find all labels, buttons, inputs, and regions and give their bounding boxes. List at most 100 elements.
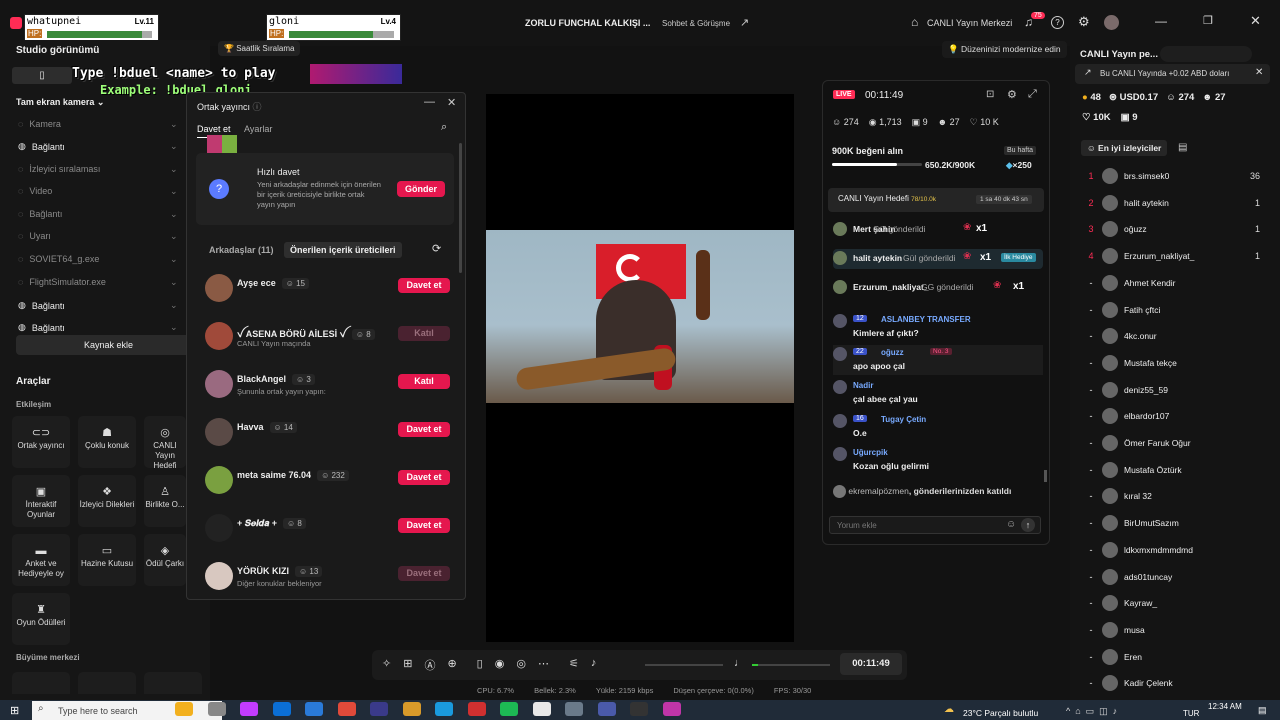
tool-6[interactable]: ▬ Anket ve Hediyeyle oy [12, 534, 70, 586]
growth-tool-2[interactable] [78, 672, 136, 694]
screen-add-icon[interactable]: ⊕ [447, 657, 456, 673]
top-viewers-tab[interactable]: ☺ En iyi izleyiciler [1081, 140, 1168, 156]
chevron-down-icon[interactable]: ⌄ [170, 186, 178, 197]
chat-user[interactable]: Nadir [853, 381, 873, 390]
emoji-icon[interactable]: ☺ [1006, 519, 1016, 530]
volume-slider[interactable] [645, 664, 723, 666]
tab-settings[interactable]: Ayarlar [244, 124, 272, 134]
ai-icon[interactable]: Ⓐ [424, 657, 435, 673]
taskbar-app-icon[interactable] [597, 702, 616, 716]
dialog-scrollbar[interactable] [459, 143, 462, 273]
promo-close-icon[interactable]: ✕ [1255, 67, 1263, 78]
tool-8[interactable]: ◈ Ödül Çarkı [144, 534, 186, 586]
ranking-row[interactable]: - deniz55_59 [1080, 380, 1270, 400]
list-icon[interactable]: ▤ [1178, 142, 1187, 153]
studio-view[interactable]: Studio görünümü [16, 45, 99, 56]
avatar[interactable] [205, 322, 233, 350]
source-item[interactable]: ◍ Bağlantı ⌄ [18, 141, 178, 152]
home-icon[interactable]: ⌂ [911, 15, 918, 29]
gift-user[interactable]: Erzurum_nakliyat_ [853, 282, 929, 292]
source-item[interactable]: ◍ Bağlantı ⌄ [18, 300, 178, 311]
gear-icon[interactable]: ⚙ [1007, 88, 1017, 101]
taskbar-search[interactable]: ⌕ Type here to search [32, 701, 222, 720]
chevron-down-icon[interactable]: ⌄ [170, 164, 178, 175]
taskbar-app-icon[interactable] [370, 702, 388, 716]
tray-icons[interactable]: ^⌂▭◫♪ [1066, 706, 1122, 717]
refresh-icon[interactable]: ⟳ [432, 242, 441, 255]
source-item[interactable]: ◌ SOVIET64_g.exe ⌄ [18, 254, 178, 265]
ranking-row[interactable]: - Ahmet Kendir [1080, 273, 1270, 293]
taskbar-app-icon[interactable] [305, 702, 323, 716]
source-item[interactable]: ◌ Kamera ⌄ [18, 119, 178, 130]
taskbar-app-icon[interactable] [662, 702, 681, 716]
joined-user[interactable]: ekremalpözmen [848, 486, 908, 496]
tool-2[interactable]: ◎ CANLI Yayın Hedefi [144, 416, 186, 468]
ranking-row[interactable]: - Mustafa Öztürk [1080, 460, 1270, 480]
kaynak-ekle-button[interactable]: Kaynak ekle [16, 335, 201, 355]
language[interactable]: TUR [1183, 709, 1199, 718]
source-item[interactable]: ◌ Bağlantı ⌄ [18, 209, 178, 220]
dialog-minimize-icon[interactable]: — [424, 96, 435, 108]
chat-user[interactable]: oğuzz [881, 348, 904, 357]
chat-user[interactable]: ASLANBEY TRANSFER [881, 315, 971, 324]
dialog-close-icon[interactable]: ✕ [447, 96, 456, 109]
chevron-down-icon[interactable]: ⌄ [170, 277, 178, 288]
share-icon[interactable]: ↗ [740, 16, 749, 29]
taskbar-app-icon[interactable] [175, 702, 193, 716]
invite-button[interactable]: Davet et [398, 470, 450, 485]
ranking-row[interactable]: - Kayraw_ [1080, 593, 1270, 613]
stream-title[interactable]: ZORLU FUNCHAL KALKIŞI ... [525, 18, 650, 28]
modernize-banner[interactable]: 💡 Düzeninizi modernize edin [942, 41, 1067, 58]
help-icon[interactable]: ? [1051, 16, 1064, 29]
chat-user[interactable]: Uğurcpik [853, 448, 888, 457]
taskbar-app-icon[interactable] [565, 702, 583, 716]
growth-tool-1[interactable] [12, 672, 70, 694]
gift-user[interactable]: halit aytekin [853, 253, 902, 263]
tool-0[interactable]: ⊂⊃ Ortak yayıncı [12, 416, 70, 468]
tool-7[interactable]: ▭ Hazine Kutusu [78, 534, 136, 586]
source-item[interactable]: ◌ FlightSimulator.exe ⌄ [18, 277, 178, 288]
avatar[interactable] [205, 370, 233, 398]
clock[interactable]: 12:34 AM [1208, 702, 1242, 711]
ranking-row[interactable]: - 4kc.onur [1080, 326, 1270, 346]
source-item[interactable]: ◌ Video ⌄ [18, 186, 178, 197]
invite-button[interactable]: Davet et [398, 422, 450, 437]
ranking-row[interactable]: - kıral 32 [1080, 486, 1270, 506]
taskbar-app-icon[interactable] [435, 702, 453, 716]
live-center-link[interactable]: CANLI Yayın Merkezi [927, 18, 1012, 28]
source-item[interactable]: ◌ İzleyici sıralaması ⌄ [18, 164, 178, 175]
ranking-row[interactable]: - Ömer Faruk Oğur [1080, 433, 1270, 453]
source-item[interactable]: ◍ Bağlantı ⌄ [18, 322, 178, 333]
info-icon[interactable]: ⓘ [253, 102, 262, 112]
ranking-row[interactable]: - ldkxmxmdmmdmd [1080, 540, 1270, 560]
taskbar-app-icon[interactable] [240, 702, 258, 716]
notification-center-icon[interactable]: ▤ [1258, 705, 1267, 716]
taskbar-app-icon[interactable] [532, 702, 551, 716]
lock-icon[interactable]: ⊡ [986, 89, 994, 100]
comment-input[interactable]: Yorum ekle ☺ ↑ [829, 516, 1041, 534]
ranking-row[interactable]: - ads01tuncay [1080, 567, 1270, 587]
quick-send-button[interactable]: Gönder [397, 181, 445, 197]
tool-5[interactable]: ♙ Birlikte O... [144, 475, 186, 527]
phone-icon[interactable]: ▯ [477, 657, 483, 673]
ranking-row[interactable]: 4 Erzurum_nakliyat_ 1 [1080, 246, 1270, 266]
maximize-icon[interactable]: ❐ [1203, 14, 1213, 27]
taskbar-app-icon[interactable] [207, 702, 226, 716]
invite-button[interactable]: Davet et [398, 518, 450, 533]
mic-icon[interactable]: ♩ [734, 657, 745, 669]
chevron-down-icon[interactable]: ⌄ [170, 231, 178, 242]
stream-subtitle[interactable]: Sohbet & Görüşme [662, 19, 730, 28]
ranking-row[interactable]: - Mustafa tekçe [1080, 353, 1270, 373]
source-item[interactable]: ◌ Uyarı ⌄ [18, 231, 178, 242]
settings-icon[interactable]: ⚙ [1078, 14, 1090, 30]
chevron-down-icon[interactable]: ⌄ [170, 209, 178, 220]
invite-button[interactable]: Katıl [398, 326, 450, 341]
taskbar-app-icon[interactable] [272, 702, 291, 716]
effects-icon[interactable]: ◎ [516, 657, 526, 673]
invite-button[interactable]: Davet et [398, 566, 450, 581]
avatar[interactable] [205, 418, 233, 446]
ranking-row[interactable]: - Eren [1080, 647, 1270, 667]
tool-1[interactable]: ☗ Çoklu konuk [78, 416, 136, 468]
weather-icon[interactable]: ☁ [944, 704, 954, 715]
invite-button[interactable]: Davet et [398, 278, 450, 293]
